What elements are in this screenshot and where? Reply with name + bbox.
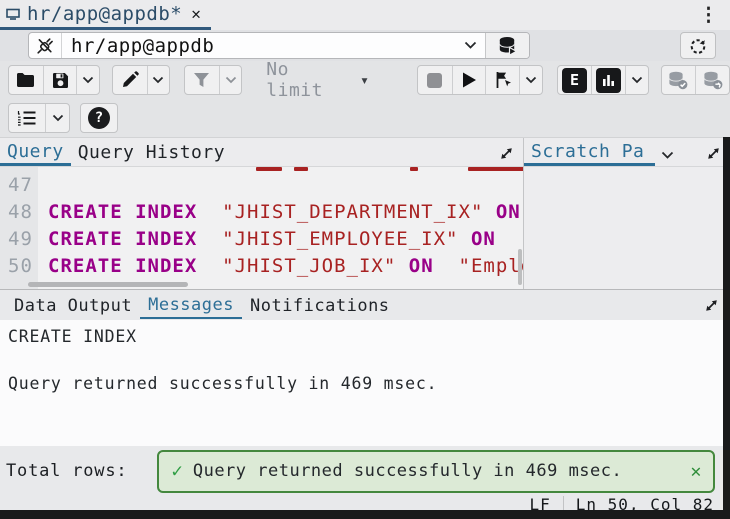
edit-options-chevron[interactable] — [147, 66, 170, 94]
code-line — [48, 174, 523, 201]
scratch-pad-body[interactable] — [524, 166, 730, 289]
row-limit-value: No limit — [266, 59, 350, 101]
macros-button-group — [8, 103, 70, 133]
stop-icon — [427, 73, 442, 88]
clipped-line-fragment — [468, 167, 523, 171]
clipped-line-fragment — [294, 167, 308, 171]
edit-button-group — [112, 65, 170, 95]
execute-script-flag-button[interactable] — [485, 66, 519, 94]
secondary-toolbar: ? — [0, 99, 730, 137]
horizontal-scrollbar[interactable] — [28, 282, 188, 287]
document-tab-bar: hr/app@appdb* ✕ ⋮ — [0, 0, 730, 30]
explain-analyze-button[interactable] — [591, 66, 625, 94]
code-line: CREATE INDEX "JHIST_JOB_IX" ON "Emplo — [48, 255, 523, 282]
connection-dropdown[interactable]: hr/app@appdb — [28, 32, 530, 59]
success-toast: ✓ Query returned successfully in 469 mse… — [157, 450, 715, 493]
editor-gutter: 47 48 49 50 — [0, 167, 38, 289]
window-edge-bottom — [0, 510, 730, 519]
check-icon: ✓ — [171, 460, 182, 482]
clipped-line-fragment — [256, 167, 282, 171]
chevron-down-icon — [455, 41, 485, 50]
edit-pencil-button[interactable] — [113, 66, 147, 94]
connection-plug-icon — [29, 33, 62, 58]
file-button-group — [8, 65, 100, 95]
code-line: CREATE INDEX "JHIST_DEPARTMENT_IX" ON — [48, 201, 523, 228]
output-tab-strip: Data Output Messages Notifications — [0, 289, 730, 320]
connection-value: hr/app@appdb — [62, 35, 455, 57]
tab-query[interactable]: Query — [0, 141, 71, 166]
sql-editor[interactable]: 47 48 49 50 CREATE INDEX "JHIST_DEPARTME… — [0, 166, 523, 289]
macros-chevron[interactable] — [45, 104, 69, 132]
expand-output-icon[interactable] — [703, 297, 720, 314]
new-connection-button[interactable] — [485, 33, 529, 58]
scratch-chevron-icon[interactable] — [661, 151, 674, 166]
line-number: 47 — [8, 174, 38, 201]
caret-down-icon: ▾ — [360, 71, 369, 89]
explain-options-chevron[interactable] — [625, 66, 648, 94]
help-button[interactable]: ? — [80, 103, 118, 133]
explain-button-group: E — [557, 65, 649, 95]
open-file-button[interactable] — [9, 66, 43, 94]
editor-split-area: Query Query History 47 48 49 50 — [0, 137, 730, 289]
close-tab-icon[interactable]: ✕ — [191, 4, 201, 23]
expand-scratch-icon[interactable] — [705, 145, 722, 166]
row-limit-dropdown[interactable]: No limit ▾ — [260, 65, 375, 95]
line-number: 50 — [8, 255, 38, 282]
rollback-button[interactable] — [695, 66, 729, 94]
window-edge-right — [723, 137, 730, 519]
explain-button[interactable]: E — [558, 66, 592, 94]
transaction-button-group — [661, 65, 730, 95]
tab-query-tool[interactable]: hr/app@appdb* ✕ — [0, 0, 211, 30]
stop-button[interactable] — [418, 66, 452, 94]
bar-chart-icon — [596, 68, 621, 93]
execute-options-chevron[interactable] — [519, 66, 542, 94]
tab-data-output[interactable]: Data Output — [6, 293, 140, 318]
tab-messages[interactable]: Messages — [140, 292, 242, 319]
toast-close-icon[interactable]: ✕ — [691, 461, 702, 482]
connection-bar: hr/app@appdb — [0, 30, 730, 61]
code-line: CREATE INDEX "JHIST_EMPLOYEE_IX" ON " — [48, 228, 523, 255]
commit-button[interactable] — [662, 66, 696, 94]
execute-button-group — [417, 65, 543, 95]
messages-panel: CREATE INDEX Query returned successfully… — [0, 320, 730, 446]
vertical-scrollbar[interactable] — [518, 249, 522, 285]
save-button[interactable] — [43, 66, 77, 94]
status-bar: LF Ln 50, Col 82 — [0, 496, 730, 510]
total-rows-label: Total rows: — [6, 461, 127, 481]
tab-query-history[interactable]: Query History — [71, 142, 232, 166]
filter-icon-button[interactable] — [185, 66, 219, 94]
expand-editor-icon[interactable] — [498, 145, 515, 166]
macros-list-button[interactable] — [9, 104, 45, 132]
save-options-chevron[interactable] — [76, 66, 99, 94]
explain-icon: E — [562, 68, 587, 93]
help-icon: ? — [88, 107, 110, 129]
window-icon — [6, 8, 20, 20]
line-number: 49 — [8, 228, 38, 255]
toast-message: Query returned successfully in 469 msec. — [193, 461, 622, 481]
scratch-tab-strip: Scratch Pa — [524, 138, 730, 166]
tab-scratch-pad[interactable]: Scratch Pa — [524, 141, 655, 166]
kebab-menu-icon[interactable]: ⋮ — [699, 6, 718, 25]
filter-options-chevron[interactable] — [219, 66, 242, 94]
output-footer: Total rows: ✓ Query returned successfull… — [0, 446, 730, 496]
pgadmin-query-tool-window: hr/app@appdb* ✕ ⋮ hr/app@appdb — [0, 0, 730, 519]
clipped-line-fragment — [410, 167, 418, 171]
scratch-pad-pane: Scratch Pa — [524, 138, 730, 289]
query-toolbar: No limit ▾ E — [0, 61, 730, 99]
message-command: CREATE INDEX — [8, 327, 722, 346]
editor-pane: Query Query History 47 48 49 50 — [0, 138, 524, 289]
editor-tab-strip: Query Query History — [0, 138, 523, 166]
message-result: Query returned successfully in 469 msec. — [8, 374, 722, 393]
tab-title: hr/app@appdb* — [27, 3, 182, 25]
line-number: 48 — [8, 201, 38, 228]
editor-code-area[interactable]: CREATE INDEX "JHIST_DEPARTMENT_IX" ON CR… — [38, 167, 523, 289]
execute-query-button[interactable] — [452, 66, 486, 94]
tab-notifications[interactable]: Notifications — [242, 293, 398, 318]
filter-button-group — [184, 65, 242, 95]
refresh-button[interactable] — [680, 32, 716, 59]
